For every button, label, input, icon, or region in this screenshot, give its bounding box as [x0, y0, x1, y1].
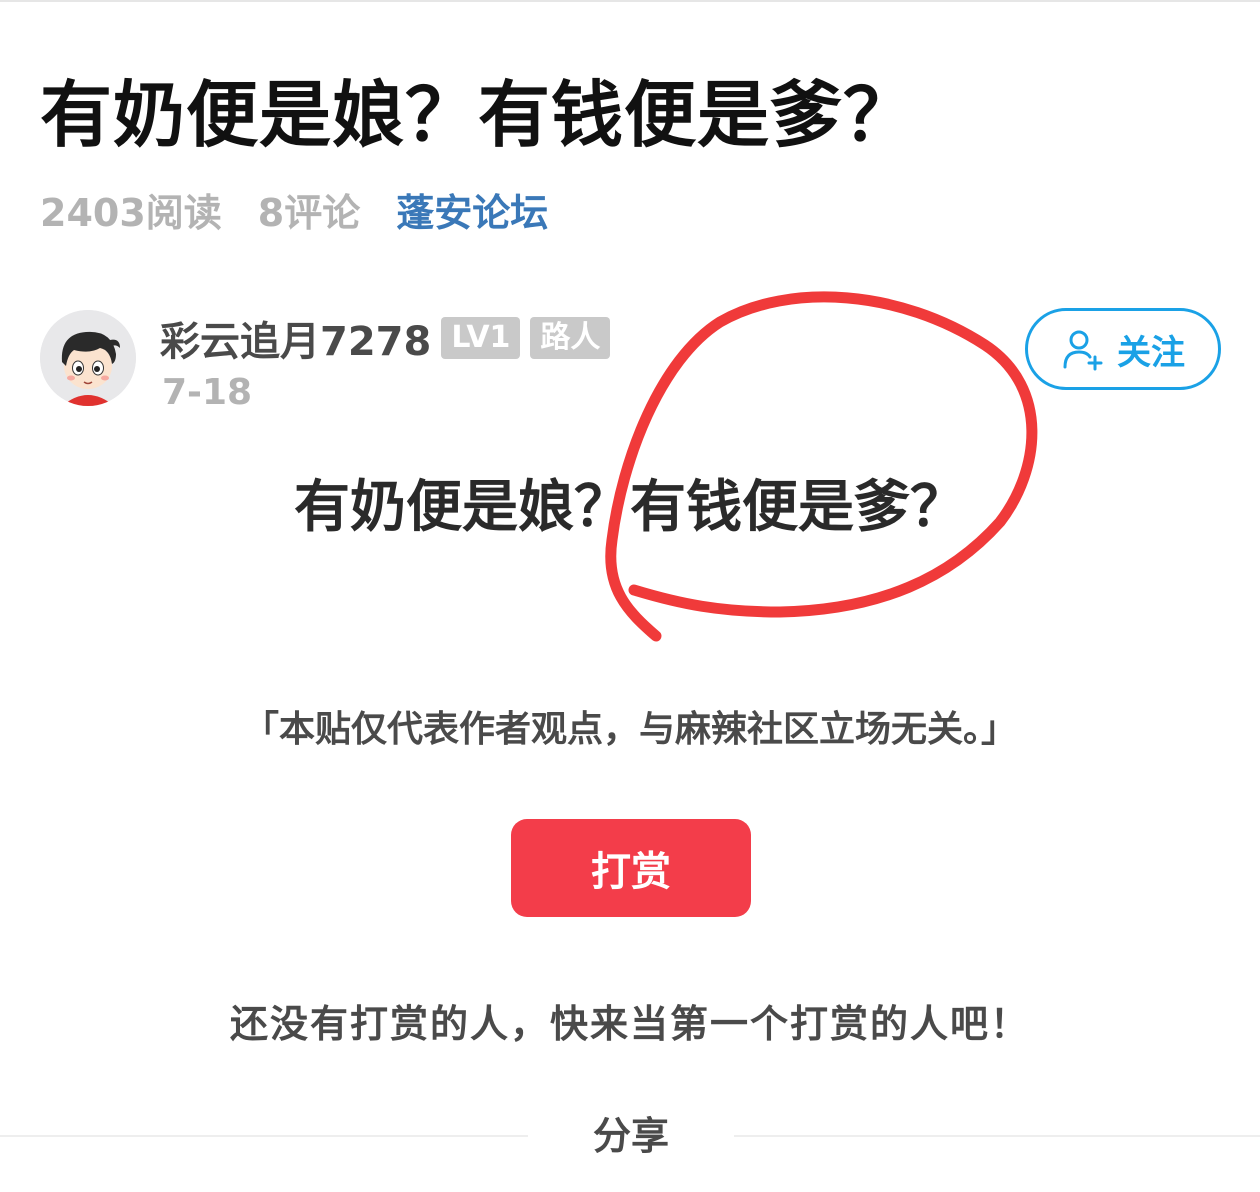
forum-link[interactable]: 蓬安论坛 — [396, 182, 548, 237]
disclaimer-text: 「本贴仅代表作者观点，与麻辣社区立场无关。」 — [242, 709, 1017, 750]
follow-label: 关注 — [1117, 332, 1185, 373]
avatar[interactable] — [40, 310, 136, 406]
comment-count[interactable]: 8评论 — [258, 182, 360, 237]
article-page: 有奶便是娘？有钱便是爹？ 2403阅读 8评论 蓬安论坛 彩云追月7278 LV… — [0, 0, 1260, 1192]
no-reward-text: 还没有打赏的人，快来当第一个打赏的人吧！ — [229, 1002, 1030, 1046]
role-badge: 路人 — [530, 317, 611, 359]
top-divider — [0, 0, 1260, 2]
cartoon-avatar-icon — [40, 310, 136, 406]
reward-button[interactable]: 打赏 — [511, 819, 751, 917]
add-user-icon — [1063, 330, 1103, 371]
author-name[interactable]: 彩云追月7278 — [160, 309, 431, 367]
author-row: 彩云追月7278 LV1 路人 — [160, 309, 611, 367]
post-date: 7-18 — [162, 372, 253, 413]
article-title: 有奶便是娘？有钱便是爹？ — [40, 73, 917, 157]
share-label: 分享 — [528, 1108, 734, 1164]
read-count: 2403阅读 — [40, 190, 222, 235]
content-heading: 有奶便是娘？有钱便是爹？ — [294, 475, 966, 540]
article-meta: 2403阅读 8评论 蓬安论坛 — [40, 183, 548, 235]
level-badge: LV1 — [441, 317, 521, 359]
follow-button[interactable]: 关注 — [1025, 308, 1221, 390]
